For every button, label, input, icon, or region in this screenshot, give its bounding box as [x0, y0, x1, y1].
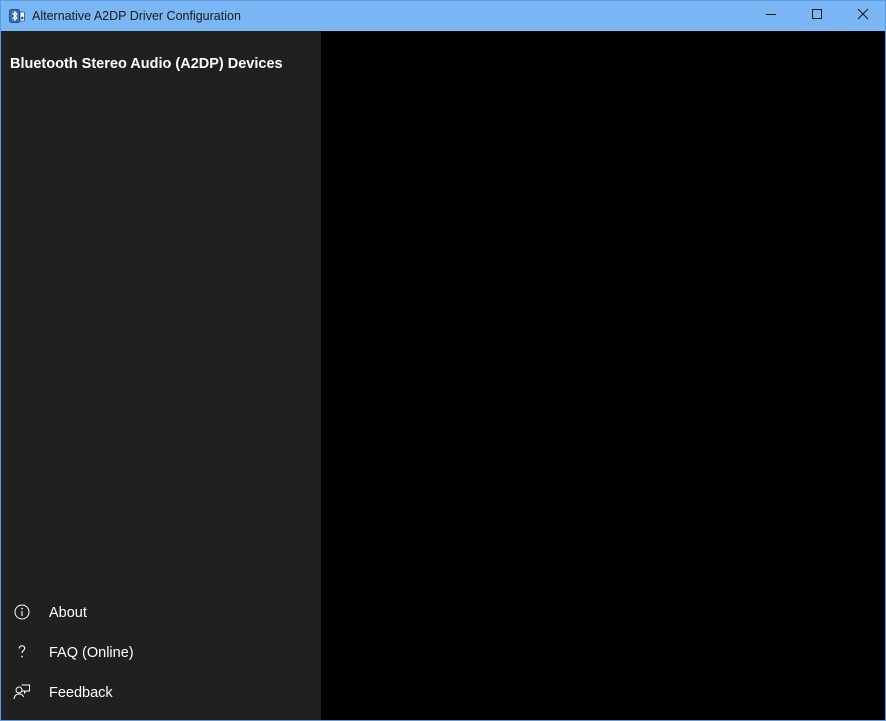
navigation-sidebar: Bluetooth Stereo Audio (A2DP) Devices Ab…	[1, 31, 321, 720]
feedback-icon	[13, 683, 31, 701]
window-title: Alternative A2DP Driver Configuration	[32, 9, 241, 23]
close-icon	[857, 7, 869, 25]
nav-item-about[interactable]: About	[1, 594, 321, 634]
app-window: Alternative A2DP Driver Configuration Bl…	[0, 0, 886, 721]
content-pane	[321, 31, 885, 720]
nav-item-feedback[interactable]: Feedback	[1, 674, 321, 714]
info-icon	[13, 603, 31, 621]
nav-label-feedback: Feedback	[49, 685, 113, 701]
title-bar[interactable]: Alternative A2DP Driver Configuration	[1, 1, 885, 31]
nav-item-faq[interactable]: FAQ (Online)	[1, 634, 321, 674]
nav-label-about: About	[49, 605, 87, 621]
sidebar-header: Bluetooth Stereo Audio (A2DP) Devices	[10, 56, 283, 72]
nav-label-faq: FAQ (Online)	[49, 645, 134, 661]
close-button[interactable]	[840, 1, 885, 31]
bluetooth-app-icon	[9, 8, 25, 24]
maximize-icon	[811, 7, 823, 25]
minimize-icon	[765, 7, 777, 25]
minimize-button[interactable]	[748, 1, 794, 31]
maximize-button[interactable]	[794, 1, 840, 31]
question-icon	[13, 643, 31, 661]
